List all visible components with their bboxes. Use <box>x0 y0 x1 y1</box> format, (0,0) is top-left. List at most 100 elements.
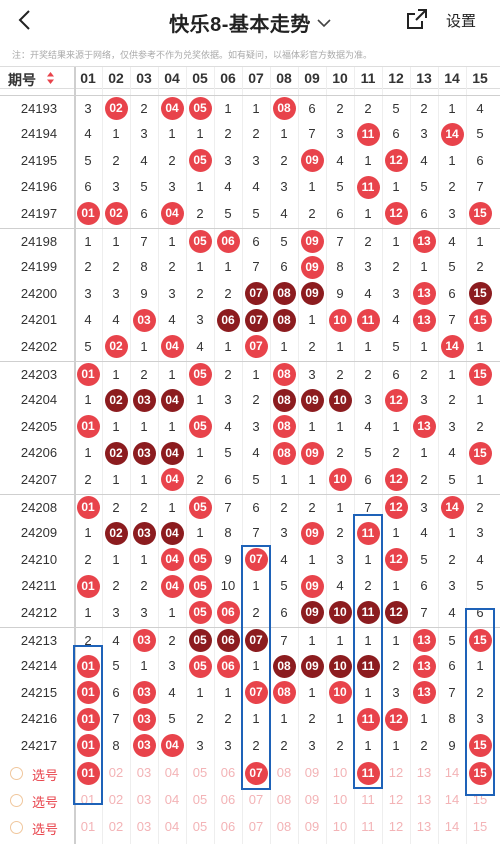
settings-button[interactable]: 设置 <box>446 10 476 31</box>
share-icon[interactable] <box>405 7 429 31</box>
drawn-number-ball: 03 <box>132 734 156 758</box>
omission-count: 1 <box>168 233 176 249</box>
omission-count: 6 <box>84 179 92 195</box>
pick-number-button[interactable]: 14 <box>438 765 466 780</box>
drawn-number-ball: 08 <box>272 363 296 386</box>
highlight-box-column-07 <box>241 545 271 790</box>
column-header-11: 11 <box>360 70 376 86</box>
pick-number-button[interactable]: 07 <box>242 792 270 807</box>
pick-number-button[interactable]: 01 <box>74 819 102 834</box>
omission-count: 3 <box>448 578 456 594</box>
pick-number-button[interactable]: 10 <box>326 819 354 834</box>
omission-count: 7 <box>140 233 148 249</box>
select-circle-icon[interactable] <box>10 767 23 780</box>
pick-number-button[interactable]: 06 <box>214 792 242 807</box>
pick-number-button[interactable]: 12 <box>382 792 410 807</box>
column-header-14: 14 <box>444 70 460 86</box>
omission-count: 1 <box>308 551 316 567</box>
drawn-number-ball: 09 <box>300 521 324 545</box>
pick-number-button[interactable]: 09 <box>298 792 326 807</box>
pick-number-button[interactable]: 10 <box>326 765 354 780</box>
drawn-number-ball: 02 <box>104 97 128 120</box>
pick-row-label: 选号 <box>32 822 59 837</box>
pick-number-button[interactable]: 12 <box>382 765 410 780</box>
drawn-number-ball: 04 <box>160 548 184 572</box>
pick-number-button[interactable]: 11 <box>354 819 382 834</box>
drawn-number-cell: 03 <box>130 681 158 705</box>
omission-count: 4 <box>140 152 148 168</box>
pick-number-button[interactable]: 05 <box>186 765 214 780</box>
pick-number-button[interactable]: 11 <box>354 792 382 807</box>
issue-number: 24210 <box>20 551 58 567</box>
omission-count: 2 <box>196 285 204 301</box>
column-header-02: 02 <box>108 70 124 86</box>
omission-count: 2 <box>308 499 316 515</box>
pick-number-button[interactable]: 03 <box>130 819 158 834</box>
omission-count: 8 <box>140 259 148 275</box>
pick-number-button[interactable]: 08 <box>270 765 298 780</box>
omission-count: 3 <box>448 205 456 221</box>
pick-number-button[interactable]: 12 <box>382 819 410 834</box>
omission-count: 6 <box>420 578 428 594</box>
omission-count: 2 <box>224 711 232 727</box>
omission-count: 3 <box>308 366 316 382</box>
drawn-number-ball: 04 <box>160 202 184 226</box>
table-row: 24207 2 1 1 04 2 6 5 1 1 10 6 12 2 5 1 <box>0 467 500 494</box>
drawn-number-cell: 05 <box>186 97 214 121</box>
omission-count: 1 <box>364 205 372 221</box>
drawn-number-ball: 13 <box>412 629 436 652</box>
pick-number-button[interactable]: 05 <box>186 819 214 834</box>
pick-number-button[interactable]: 09 <box>298 819 326 834</box>
omission-count: 3 <box>168 179 176 195</box>
consecutive-number-ball: 09 <box>300 601 324 625</box>
omission-count: 2 <box>140 578 148 594</box>
pick-number-button[interactable]: 14 <box>438 792 466 807</box>
pick-number-button[interactable]: 03 <box>130 765 158 780</box>
pick-number-button[interactable]: 08 <box>270 819 298 834</box>
issue-column-header[interactable]: 期号 <box>8 70 36 90</box>
omission-count: 4 <box>84 126 92 142</box>
omission-count: 3 <box>364 392 372 408</box>
drawn-number-ball: 05 <box>188 496 212 519</box>
select-circle-icon[interactable] <box>10 794 23 807</box>
consecutive-number-ball: 09 <box>300 282 324 306</box>
drawn-number-ball: 12 <box>384 548 408 572</box>
omission-count: 2 <box>168 632 176 648</box>
omission-count: 1 <box>196 259 204 275</box>
pick-number-button[interactable]: 06 <box>214 765 242 780</box>
pick-number-button[interactable]: 10 <box>326 792 354 807</box>
pick-number-button[interactable]: 02 <box>102 792 130 807</box>
pick-number-button[interactable]: 02 <box>102 765 130 780</box>
drawn-number-cell: 13 <box>410 415 438 439</box>
omission-count: 3 <box>252 152 260 168</box>
pick-number-button[interactable]: 04 <box>158 765 186 780</box>
pick-number-button[interactable]: 03 <box>130 792 158 807</box>
sort-arrows-icon[interactable] <box>46 71 55 85</box>
pick-number-button[interactable]: 13 <box>410 765 438 780</box>
omission-count: 3 <box>224 152 232 168</box>
omission-count: 5 <box>448 632 456 648</box>
drawn-number-ball: 13 <box>412 230 436 253</box>
issue-number: 24197 <box>20 205 58 221</box>
pick-number-button[interactable]: 13 <box>410 819 438 834</box>
pick-number-button[interactable]: 09 <box>298 765 326 780</box>
omission-count: 5 <box>280 233 288 249</box>
omission-count: 1 <box>252 100 260 116</box>
pick-number-button[interactable]: 14 <box>438 819 466 834</box>
omission-count: 2 <box>308 205 316 221</box>
pick-number-button[interactable]: 05 <box>186 792 214 807</box>
pick-number-button[interactable]: 08 <box>270 792 298 807</box>
pick-number-button[interactable]: 02 <box>102 819 130 834</box>
pick-number-button[interactable]: 15 <box>466 819 494 834</box>
omission-count: 1 <box>280 711 288 727</box>
pick-number-button[interactable]: 06 <box>214 819 242 834</box>
select-circle-icon[interactable] <box>10 821 23 834</box>
omission-count: 4 <box>448 604 456 620</box>
issue-number: 24217 <box>20 737 58 753</box>
pick-number-button[interactable]: 07 <box>242 819 270 834</box>
pick-number-button[interactable]: 04 <box>158 792 186 807</box>
drawn-number-cell: 10 <box>326 468 354 492</box>
omission-count: 3 <box>84 100 92 116</box>
pick-number-button[interactable]: 13 <box>410 792 438 807</box>
pick-number-button[interactable]: 04 <box>158 819 186 834</box>
